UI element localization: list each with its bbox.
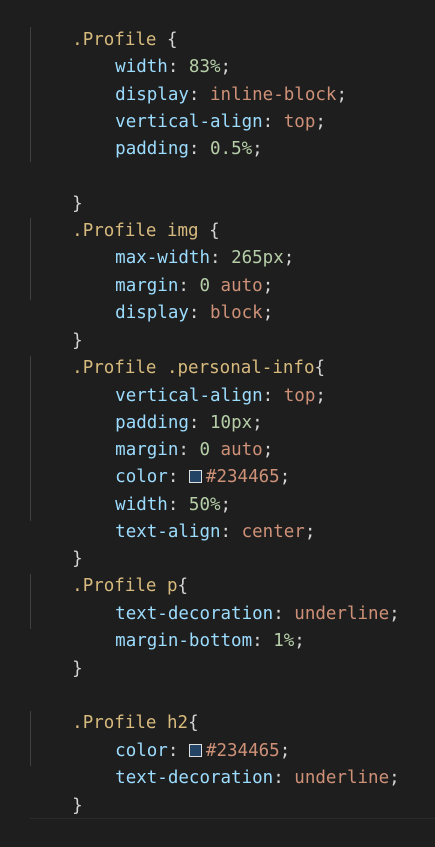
semicolon: ; — [283, 248, 295, 268]
code-line[interactable]: display: block; — [73, 273, 273, 323]
code-line[interactable]: text-decoration: underline; — [73, 738, 400, 788]
css-property: padding — [115, 139, 189, 159]
code-line[interactable]: margin-bottom: 1%; — [73, 601, 305, 651]
divider — [30, 818, 435, 819]
code-line[interactable]: max-width: 265px; — [73, 218, 294, 268]
code-line[interactable]: color: #234465; — [73, 437, 290, 487]
code-line[interactable]: .Profile { — [30, 0, 177, 50]
colon: : — [262, 386, 284, 406]
code-line[interactable]: vertical-align: top; — [73, 356, 326, 406]
code-line[interactable]: color: #234465; — [73, 711, 290, 761]
code-line[interactable]: text-decoration: underline; — [73, 574, 400, 624]
css-value: top — [283, 112, 316, 132]
semicolon: ; — [315, 112, 326, 132]
colon: : — [262, 112, 284, 132]
semicolon: ; — [389, 604, 400, 624]
colon: : — [188, 139, 210, 159]
code-line[interactable]: .Profile .personal-info{ — [30, 328, 325, 378]
code-line[interactable]: padding: 0.5%; — [73, 109, 263, 159]
code-line[interactable]: text-align: center; — [73, 492, 315, 542]
css-value-number: 1% — [273, 631, 295, 651]
semicolon: ; — [389, 768, 400, 788]
code-line[interactable]: width: 83%; — [73, 27, 231, 77]
code-line[interactable]: .Profile p{ — [30, 546, 188, 596]
css-value-number: 0.5% — [210, 139, 253, 159]
code-line[interactable]: .Profile h2{ — [30, 683, 198, 733]
code-line[interactable]: vertical-align: top; — [73, 82, 326, 132]
code-line[interactable]: } — [30, 301, 83, 351]
colon: : — [220, 522, 242, 542]
semicolon: ; — [252, 139, 263, 159]
css-property: text-align — [115, 522, 221, 542]
code-line[interactable]: width: 50%; — [73, 465, 231, 515]
css-value: center — [241, 522, 305, 542]
semicolon: ; — [336, 85, 347, 105]
close-brace: } — [72, 659, 83, 679]
code-line[interactable]: } — [30, 519, 83, 569]
code-line[interactable]: .Profile img { — [30, 191, 220, 241]
colon: : — [273, 768, 295, 788]
colon: : — [188, 303, 210, 323]
close-brace: } — [72, 796, 83, 816]
semicolon: ; — [304, 522, 316, 542]
code-line[interactable]: margin: 0 auto; — [73, 246, 273, 296]
css-value: underline — [294, 768, 390, 788]
css-value: underline — [294, 604, 390, 624]
css-value: block — [210, 303, 263, 323]
code-line[interactable]: display: inline-block; — [73, 55, 347, 105]
code-line[interactable]: } — [30, 629, 83, 679]
code-line[interactable]: padding: 10px; — [73, 383, 263, 433]
css-property: text-decoration — [115, 768, 274, 788]
semicolon: ; — [294, 631, 305, 651]
code-editor[interactable]: .Profile { width: 83%; display: inline-b… — [0, 0, 435, 824]
semicolon: ; — [262, 303, 274, 323]
colon: : — [252, 631, 274, 651]
semicolon: ; — [279, 467, 291, 487]
code-line[interactable]: } — [30, 164, 83, 214]
css-property: display — [115, 303, 189, 323]
css-property: margin-bottom — [115, 631, 253, 651]
code-line[interactable]: } — [30, 766, 83, 816]
code-line[interactable]: margin: 0 auto; — [73, 410, 273, 460]
css-value: top — [283, 386, 316, 406]
semicolon: ; — [315, 386, 326, 406]
